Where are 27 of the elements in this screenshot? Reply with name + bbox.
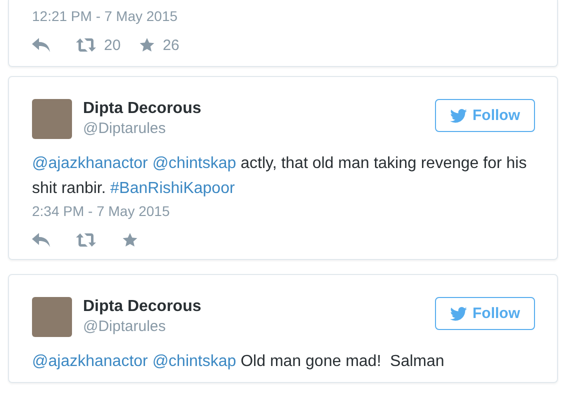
user-handle: @Diptarules (83, 317, 167, 337)
user-handle: @Diptarules (83, 119, 167, 139)
avatar-photo-placeholder (32, 99, 72, 139)
user-name: Dipta Decorous (83, 297, 202, 317)
tweet-timestamp[interactable]: 12:21 PM - 7 May 2015 (32, 8, 535, 24)
favorite-count: 26 (162, 36, 180, 54)
star-icon[interactable] (122, 233, 138, 247)
bird-icon (450, 306, 466, 320)
tweet-text: @ajazkhanactor @chintskap Old man gone mad! Salman (32, 352, 446, 372)
mention-link[interactable]: @ajazkhanactor (32, 353, 148, 370)
user-name: Dipta Decorous (83, 99, 202, 119)
follow-button[interactable]: Follow (434, 297, 535, 330)
retweet-icon[interactable] (76, 38, 96, 52)
tweet-text: @ajazkhanactor @chintskap actly, that old man taking revenge for his shit ranbir. #BanRishiKapoor (32, 154, 528, 199)
mention-link[interactable]: @ajazkhanactor (32, 155, 148, 172)
reply-icon[interactable] (32, 38, 50, 52)
follow-button[interactable]: Follow (434, 99, 535, 132)
bird-icon (450, 108, 466, 122)
star-icon[interactable] (138, 38, 155, 52)
mention-link[interactable]: @chintskap (152, 155, 236, 172)
hashtag-link[interactable]: #BanRishiKapoor (110, 180, 235, 197)
avatar-photo-placeholder (32, 297, 72, 337)
tweet-timestamp[interactable]: 2:34 PM - 7 May 2015 (32, 203, 535, 219)
retweet-icon[interactable] (76, 233, 96, 247)
reply-icon[interactable] (32, 233, 50, 247)
retweet-count: 20 (104, 36, 121, 54)
mention-link[interactable]: @chintskap (152, 353, 236, 370)
